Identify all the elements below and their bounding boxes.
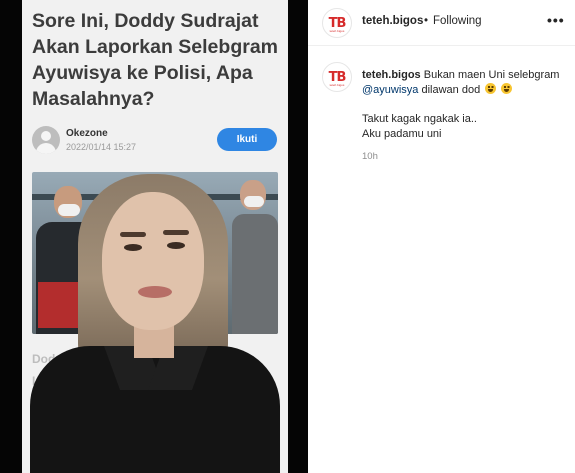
headline-line: Akan Laporkan Selebgram	[32, 36, 278, 58]
caption-avatar[interactable]: TB teteh bigos	[322, 62, 352, 92]
mention-link[interactable]: @ayuwisya	[362, 84, 418, 96]
header-separator: •	[424, 15, 429, 27]
brand-logo: TB	[328, 69, 347, 85]
author-avatar-icon	[32, 126, 60, 154]
caption-username-link[interactable]: teteh.bigos	[362, 69, 421, 81]
caption-line: Takut kagak ngakak ia..	[362, 113, 477, 125]
post-header: TB teteh bigos teteh.bigos • Following •…	[308, 0, 575, 46]
brand-logo: TB	[328, 15, 347, 31]
grinning-face-icon	[485, 83, 497, 94]
caption-line: Aku padamu uni	[362, 128, 442, 140]
brand-logo-sub: teteh bigos	[329, 83, 345, 87]
article-author-row: Okezone 2022/01/14 15:27 Ikuti	[32, 124, 282, 158]
article-author: Okezone	[66, 128, 108, 139]
following-button[interactable]: Following	[433, 15, 482, 27]
more-options-icon[interactable]: •••	[547, 12, 565, 28]
article-follow-button: Ikuti	[217, 128, 277, 151]
article-headline: Sore Ini, Doddy Sudrajat Akan Laporkan S…	[32, 8, 282, 112]
media-letterbox-left	[0, 0, 22, 473]
media-letterbox-right	[288, 0, 308, 473]
speaker-person	[30, 170, 280, 473]
headline-line: Ayuwisya ke Polisi, Apa	[32, 62, 253, 84]
caption-text: Bukan maen Uni selebgram	[423, 69, 560, 81]
article-date: 2022/01/14 15:27	[66, 142, 137, 152]
caption-text: dilawan dod	[421, 84, 481, 96]
post-timestamp[interactable]: 10h	[362, 151, 378, 162]
grinning-face-icon	[501, 83, 513, 94]
post-side-panel: TB teteh bigos teteh.bigos • Following •…	[308, 0, 575, 473]
post-caption: teteh.bigos Bukan maen Uni selebgram @ay…	[362, 68, 562, 142]
brand-logo-sub: teteh bigos	[329, 29, 345, 33]
profile-avatar[interactable]: TB teteh bigos	[322, 8, 352, 38]
headline-line: Masalahnya?	[32, 88, 155, 110]
post-media[interactable]: Sore Ini, Doddy Sudrajat Akan Laporkan S…	[0, 0, 308, 473]
profile-username-link[interactable]: teteh.bigos	[362, 15, 423, 27]
headline-line: Sore Ini, Doddy Sudrajat	[32, 10, 259, 32]
